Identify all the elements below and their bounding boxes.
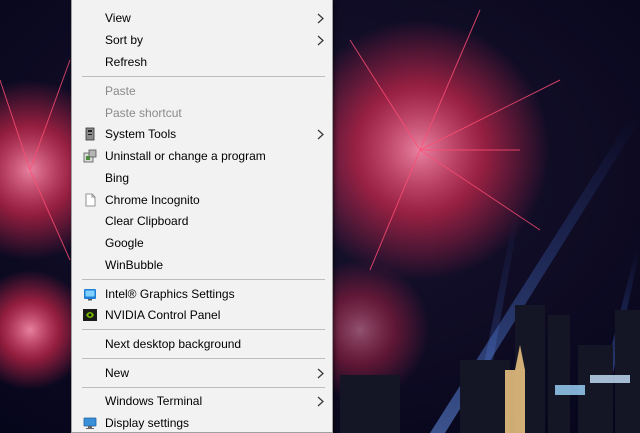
- document-icon: [85, 193, 96, 207]
- menu-item-label: View: [105, 11, 131, 25]
- menu-item-chrome-incognito[interactable]: Chrome Incognito: [72, 190, 332, 211]
- chevron-right-icon: [317, 396, 324, 407]
- chevron-right-icon: [317, 368, 324, 379]
- menu-item-clear-clipboard[interactable]: Clear Clipboard: [72, 211, 332, 232]
- menu-item-label: Paste: [105, 84, 136, 98]
- menu-separator: [82, 358, 325, 359]
- system-tools-icon: [85, 127, 95, 141]
- menu-item-uninstall-program[interactable]: Uninstall or change a program: [72, 146, 332, 167]
- menu-separator: [82, 76, 325, 77]
- menu-item-label: NVIDIA Control Panel: [105, 308, 221, 322]
- menu-item-display-settings[interactable]: Display settings: [72, 413, 332, 432]
- intel-graphics-icon: [84, 289, 96, 301]
- menu-item-next-desktop-background[interactable]: Next desktop background: [72, 334, 332, 355]
- menu-item-view[interactable]: View: [72, 8, 332, 29]
- menu-item-label: WinBubble: [105, 258, 164, 272]
- menu-separator: [82, 329, 325, 330]
- menu-separator: [82, 387, 325, 388]
- menu-item-sort-by[interactable]: Sort by: [72, 30, 332, 51]
- menu-item-label: Next desktop background: [105, 337, 242, 351]
- nvidia-icon: [83, 309, 97, 321]
- chevron-right-icon: [317, 35, 324, 46]
- chevron-right-icon: [317, 13, 324, 24]
- menu-item-winbubble[interactable]: WinBubble: [72, 255, 332, 276]
- menu-item-windows-terminal[interactable]: Windows Terminal: [72, 391, 332, 412]
- menu-item-label: Bing: [105, 171, 130, 185]
- menu-item-nvidia-control-panel[interactable]: NVIDIA Control Panel: [72, 305, 332, 326]
- menu-item-label: Uninstall or change a program: [105, 149, 266, 163]
- menu-item-label: Google: [105, 236, 144, 250]
- chevron-right-icon: [317, 129, 324, 140]
- menu-item-label: Clear Clipboard: [105, 214, 189, 228]
- programs-icon: [83, 149, 97, 163]
- menu-item-label: Refresh: [105, 55, 148, 69]
- menu-item-label: Display settings: [105, 416, 190, 430]
- display-settings-icon: [83, 417, 97, 429]
- menu-item-refresh[interactable]: Refresh: [72, 52, 332, 73]
- menu-item-label: Sort by: [105, 33, 144, 47]
- menu-item-system-tools[interactable]: System Tools: [72, 124, 332, 145]
- menu-item-new[interactable]: New: [72, 363, 332, 384]
- menu-item-paste-shortcut: Paste shortcut: [72, 103, 332, 124]
- desktop-context-menu: View Sort by Refresh Paste Paste shortcu…: [71, 0, 333, 433]
- menu-item-label: Windows Terminal: [105, 394, 203, 408]
- menu-item-label: New: [105, 366, 130, 380]
- menu-item-bing[interactable]: Bing: [72, 168, 332, 189]
- menu-item-intel-graphics-settings[interactable]: Intel® Graphics Settings: [72, 284, 332, 305]
- menu-item-paste: Paste: [72, 81, 332, 102]
- menu-item-label: System Tools: [105, 127, 177, 141]
- menu-item-google[interactable]: Google: [72, 233, 332, 254]
- menu-separator: [82, 279, 325, 280]
- menu-item-label: Chrome Incognito: [105, 193, 200, 207]
- menu-item-label: Paste shortcut: [105, 106, 182, 120]
- menu-item-label: Intel® Graphics Settings: [105, 287, 235, 301]
